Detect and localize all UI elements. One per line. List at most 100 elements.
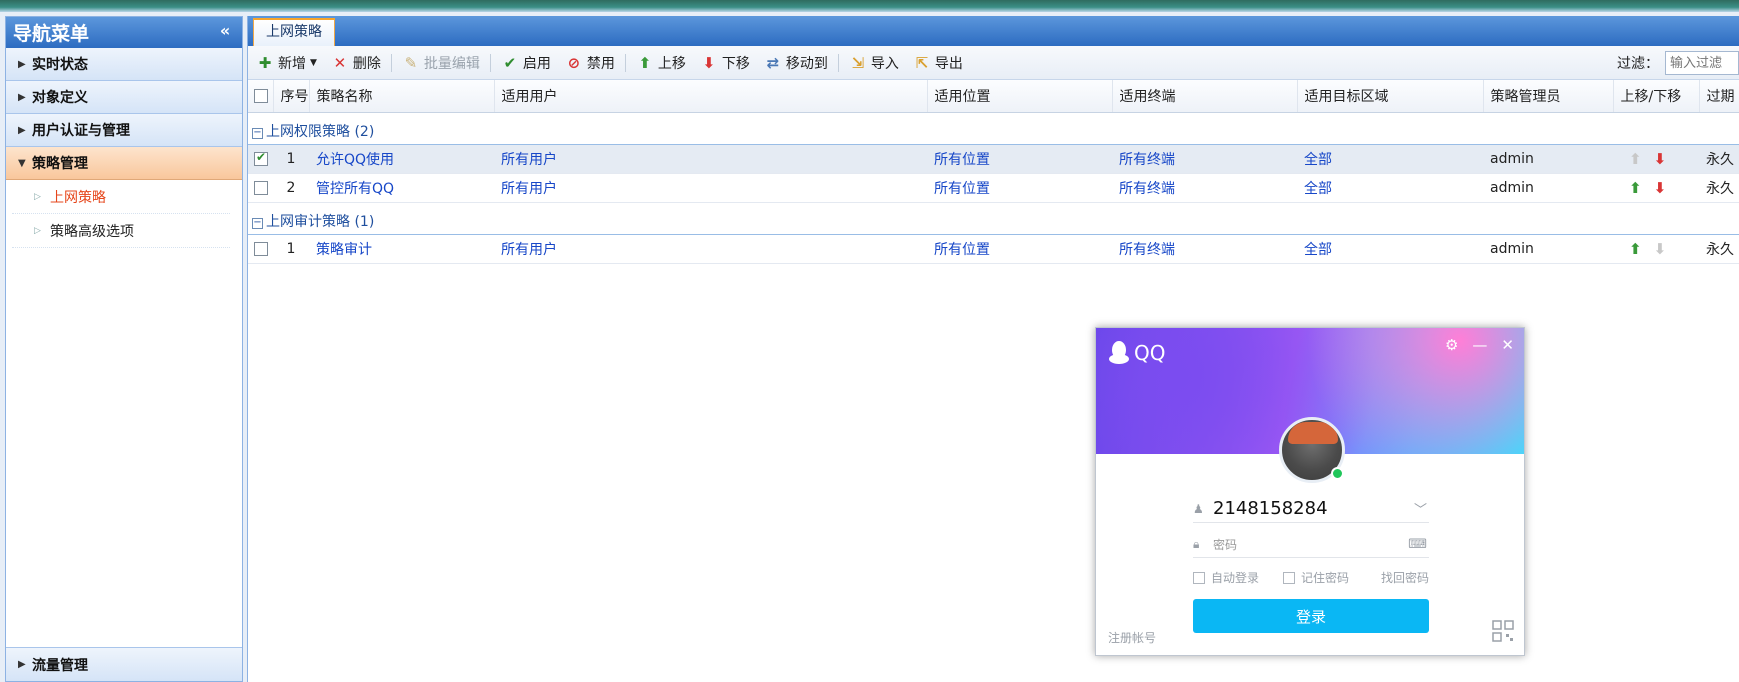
- terminal-link[interactable]: 所有终端: [1112, 234, 1297, 264]
- remember-password-checkbox[interactable]: 记住密码: [1283, 569, 1349, 586]
- login-button[interactable]: 登录: [1193, 599, 1429, 633]
- chevron-down-icon[interactable]: ﹀: [1414, 499, 1427, 518]
- admin-cell: admin: [1483, 144, 1613, 174]
- delete-button[interactable]: ✕ 删除: [331, 53, 381, 73]
- user-link[interactable]: 所有用户: [494, 234, 927, 264]
- row-number: 1: [273, 144, 309, 174]
- find-password-link[interactable]: 找回密码: [1381, 569, 1429, 586]
- sidebar-title: 导航菜单: [13, 23, 90, 45]
- batch-edit-label: 批量编辑: [423, 55, 480, 72]
- sidebar-group-label: 策略管理: [32, 156, 88, 172]
- qr-code-icon[interactable]: [1492, 620, 1514, 642]
- expire-cell: 永久: [1699, 144, 1739, 174]
- move-to-icon: ⇄: [766, 53, 780, 72]
- sidebar-header: 导航菜单 «: [6, 17, 242, 48]
- prohibit-icon: ⊘: [567, 53, 581, 72]
- row-checkbox[interactable]: [254, 241, 268, 256]
- password-field[interactable]: 🔒︎ 密码 ⌨: [1193, 532, 1429, 558]
- collapse-group-icon[interactable]: −: [252, 218, 263, 229]
- move-down-button[interactable]: ⬇ 下移: [700, 53, 750, 73]
- user-link[interactable]: 所有用户: [494, 173, 927, 203]
- arrow-up-icon[interactable]: ⬆: [1629, 240, 1642, 258]
- delete-x-icon: ✕: [333, 53, 347, 72]
- column-header[interactable]: 适用终端: [1112, 80, 1298, 113]
- arrow-down-icon: ⬇: [702, 53, 716, 72]
- collapse-group-icon[interactable]: −: [252, 128, 263, 139]
- zone-link[interactable]: 全部: [1297, 234, 1483, 264]
- location-link[interactable]: 所有位置: [927, 234, 1112, 264]
- sidebar-group-user-auth[interactable]: ▶ 用户认证与管理: [6, 114, 242, 147]
- account-field[interactable]: ♟ 2148158284 ﹀: [1193, 495, 1429, 523]
- terminal-link[interactable]: 所有终端: [1112, 173, 1297, 203]
- column-header[interactable]: 策略管理员: [1483, 80, 1614, 113]
- auto-login-checkbox[interactable]: 自动登录: [1193, 569, 1259, 586]
- sidebar-group-traffic-management[interactable]: ▶ 流量管理: [6, 648, 242, 681]
- toolbar: ✚ 新增 ▼ ✕ 删除 ✎ 批量编辑 ✔ 启用 ⊘ 禁用 ⬆ 上移 ⬇ 下移 ⇄…: [248, 46, 1739, 80]
- import-button[interactable]: ⇲ 导入: [849, 53, 899, 73]
- enable-label: 启用: [522, 55, 551, 72]
- terminal-link[interactable]: 所有终端: [1112, 144, 1297, 174]
- group-row[interactable]: − 上网权限策略 (2): [248, 112, 1739, 145]
- table-row[interactable]: 2 管控所有QQ 所有用户 所有位置 所有终端 全部 admin ⬆ ⬇ 永久: [248, 173, 1739, 203]
- tab-strip: 上网策略: [248, 16, 1739, 46]
- close-icon[interactable]: ✕: [1501, 336, 1514, 354]
- select-all-checkbox[interactable]: [254, 88, 268, 103]
- column-header[interactable]: 适用用户: [494, 80, 928, 113]
- user-link[interactable]: 所有用户: [494, 144, 927, 174]
- policy-name-link[interactable]: 策略审计: [309, 234, 494, 264]
- zone-link[interactable]: 全部: [1297, 144, 1483, 174]
- collapse-sidebar-icon[interactable]: «: [216, 21, 234, 41]
- settings-icon[interactable]: ⚙: [1445, 336, 1458, 354]
- policy-name-link[interactable]: 允许QQ使用: [309, 144, 494, 174]
- arrow-up-icon[interactable]: ⬆: [1629, 150, 1642, 168]
- arrow-down-icon[interactable]: ⬇: [1654, 240, 1667, 258]
- register-account-link[interactable]: 注册帐号: [1108, 629, 1156, 646]
- move-up-button[interactable]: ⬆ 上移: [636, 53, 686, 73]
- disable-button[interactable]: ⊘ 禁用: [565, 53, 615, 73]
- expand-arrow-icon: ▶: [18, 91, 26, 103]
- move-to-label: 移动到: [785, 55, 828, 72]
- group-title: 上网审计策略 (1): [266, 214, 375, 230]
- row-checkbox[interactable]: [254, 180, 268, 195]
- tab-internet-policy[interactable]: 上网策略: [253, 18, 335, 46]
- sidebar-group-realtime-status[interactable]: ▶ 实时状态: [6, 48, 242, 81]
- row-checkbox[interactable]: [254, 150, 268, 166]
- table-row[interactable]: 1 策略审计 所有用户 所有位置 所有终端 全部 admin ⬆ ⬇ 永久: [248, 234, 1739, 264]
- batch-edit-button[interactable]: ✎ 批量编辑: [402, 53, 480, 73]
- column-header[interactable]: 过期: [1699, 80, 1739, 113]
- arrow-down-icon[interactable]: ⬇: [1654, 179, 1667, 197]
- column-header[interactable]: 适用位置: [927, 80, 1113, 113]
- column-header[interactable]: 适用目标区域: [1297, 80, 1484, 113]
- zone-link[interactable]: 全部: [1297, 173, 1483, 203]
- group-row[interactable]: − 上网审计策略 (1): [248, 202, 1739, 235]
- qq-login-window: QQ ⚙ — ✕ ♟ 2148158284 ﹀ 🔒︎ 密码 ⌨ 自动登录 记住密…: [1095, 327, 1525, 656]
- location-link[interactable]: 所有位置: [927, 144, 1112, 174]
- add-button[interactable]: ✚ 新增 ▼: [256, 53, 317, 73]
- table-row[interactable]: 1 允许QQ使用 所有用户 所有位置 所有终端 全部 admin ⬆ ⬇ 永久: [248, 144, 1739, 174]
- column-header[interactable]: 上移/下移: [1613, 80, 1700, 113]
- submenu-arrow-icon: ▷: [34, 191, 41, 202]
- admin-cell: admin: [1483, 173, 1613, 203]
- remember-password-label: 记住密码: [1301, 571, 1350, 585]
- sidebar-group-policy-management[interactable]: ▼ 策略管理: [6, 147, 242, 180]
- policy-submenu: ▷ 上网策略 ▷ 策略高级选项: [6, 180, 242, 248]
- arrow-up-icon[interactable]: ⬆: [1629, 179, 1642, 197]
- location-link[interactable]: 所有位置: [927, 173, 1112, 203]
- expire-cell: 永久: [1699, 173, 1739, 203]
- enable-button[interactable]: ✔ 启用: [501, 53, 551, 73]
- keyboard-icon[interactable]: ⌨: [1408, 537, 1427, 552]
- policy-name-link[interactable]: 管控所有QQ: [309, 173, 494, 203]
- minimize-icon[interactable]: —: [1472, 336, 1487, 354]
- filter-input[interactable]: [1665, 51, 1739, 75]
- export-button[interactable]: ⇱ 导出: [913, 53, 963, 73]
- sidebar-group-object-definition[interactable]: ▶ 对象定义: [6, 81, 242, 114]
- sidebar-group-label: 用户认证与管理: [32, 123, 130, 139]
- column-header[interactable]: 策略名称: [309, 80, 495, 113]
- sidebar-item-internet-policy[interactable]: ▷ 上网策略: [12, 180, 230, 214]
- arrow-down-icon[interactable]: ⬇: [1654, 150, 1667, 168]
- filter-area: 过滤：: [1617, 51, 1739, 75]
- sidebar-item-advanced-options[interactable]: ▷ 策略高级选项: [12, 214, 230, 248]
- delete-label: 删除: [352, 55, 381, 72]
- move-to-button[interactable]: ⇄ 移动到: [764, 53, 828, 73]
- column-header[interactable]: 序号: [273, 80, 310, 113]
